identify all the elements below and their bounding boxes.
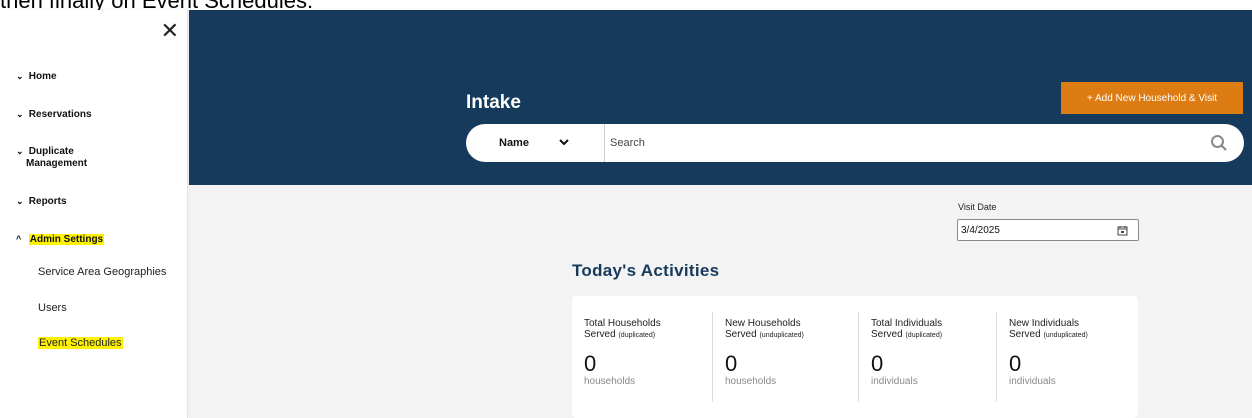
chevron-up-icon: ^ [16, 234, 22, 244]
add-household-button[interactable]: + Add New Household & Visit [1061, 82, 1243, 114]
sidebar-item-reports[interactable]: ⌄ Reports [16, 195, 67, 208]
chevron-down-icon: ⌄ [16, 196, 24, 206]
stats-card: Total Households Served (duplicated) 0 ho… [572, 296, 1138, 418]
sidebar-subitem-users[interactable]: Users [38, 302, 67, 314]
sidebar-item-home[interactable]: ⌄ Home [16, 70, 57, 83]
stat-value: 0 [725, 351, 738, 376]
stat-total-households: Total Households Served (duplicated) 0 ho… [584, 318, 724, 402]
search-icon[interactable] [1194, 134, 1244, 152]
caption-text: then finally on Event Schedules: [0, 0, 314, 13]
sidebar-item-label: Reports [28, 196, 67, 207]
stat-label: New Individuals Served (unduplicated) [1009, 318, 1088, 340]
visit-date-field[interactable]: 3/4/2025 [957, 219, 1139, 241]
sidebar-item-admin-settings[interactable]: ^ Admin Settings [16, 233, 105, 246]
stat-value: 0 [871, 351, 884, 376]
sidebar-item-label: Home [28, 71, 57, 82]
sidebar-item-label: Admin Settings [28, 234, 105, 245]
stat-new-households: New Households Served (unduplicated) 0 ho… [725, 318, 865, 402]
stat-label: Total Households Served (duplicated) [584, 318, 661, 340]
search-input[interactable] [605, 124, 1194, 162]
sidebar-subitem-event-schedules[interactable]: Event Schedules [38, 337, 123, 349]
chevron-down-icon [559, 137, 569, 149]
chevron-down-icon: ⌄ [16, 71, 24, 81]
visit-date-label: Visit Date [958, 202, 997, 212]
main-content: Visit Date 3/4/2025 Today's Activities T… [189, 185, 1252, 418]
search-type-label: Name [499, 137, 529, 149]
sidebar-item-label: Management [26, 158, 88, 169]
sidebar-item-label: Duplicate [28, 146, 74, 157]
sidebar-item-label: Reservations [28, 109, 92, 120]
chevron-down-icon: ⌄ [16, 109, 24, 119]
stat-value: 0 [1009, 351, 1022, 376]
stat-label: Total Individuals Served (duplicated) [871, 318, 943, 340]
search-type-dropdown[interactable]: Name [466, 124, 605, 162]
sidebar: ✕ ⌄ Home ⌄ Reservations ⌄ Duplicate Mana… [6, 10, 188, 418]
calendar-icon[interactable] [1117, 225, 1128, 239]
stat-unit: individuals [871, 376, 918, 387]
page-header: Intake + Add New Household & Visit Name [189, 10, 1252, 185]
visit-date-value: 3/4/2025 [961, 224, 1000, 236]
stat-total-individuals: Total Individuals Served (duplicated) 0 i… [871, 318, 1011, 402]
close-icon[interactable]: ✕ [161, 20, 179, 42]
stat-label: New Households Served (unduplicated) [725, 318, 804, 340]
divider [858, 312, 859, 402]
sidebar-item-reservations[interactable]: ⌄ Reservations [16, 108, 92, 121]
chevron-down-icon: ⌄ [16, 146, 24, 156]
sidebar-item-duplicate-management[interactable]: ⌄ Duplicate Management [16, 145, 87, 170]
todays-activities-title: Today's Activities [572, 261, 720, 280]
divider [712, 312, 713, 402]
stat-unit: individuals [1009, 376, 1056, 387]
stat-unit: households [584, 376, 636, 387]
stat-unit: households [725, 376, 777, 387]
stat-value: 0 [584, 351, 597, 376]
search-bar: Name [466, 124, 1244, 162]
sidebar-subitem-service-area-geographies[interactable]: Service Area Geographies [38, 266, 166, 278]
stat-new-individuals: New Individuals Served (unduplicated) 0 i… [1009, 318, 1149, 402]
divider [996, 312, 997, 402]
page-title: Intake [466, 92, 521, 113]
